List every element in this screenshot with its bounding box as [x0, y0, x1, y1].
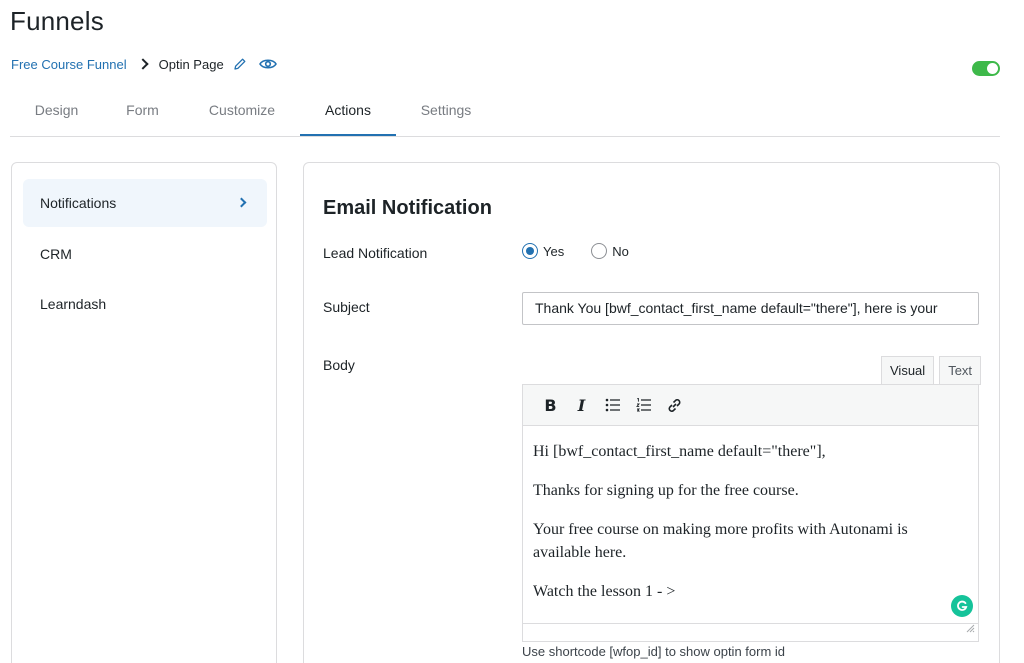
body-label: Body [323, 357, 355, 373]
tab-customize[interactable]: Customize [196, 88, 288, 136]
tab-text[interactable]: Text [939, 356, 982, 385]
sidebar-item-label: Learndash [40, 296, 107, 312]
italic-button[interactable]: I [566, 390, 597, 420]
subject-input[interactable]: Thank You [bwf_contact_first_name defaul… [522, 292, 979, 325]
tab-settings[interactable]: Settings [410, 88, 482, 136]
breadcrumb-parent-link[interactable]: Free Course Funnel [11, 57, 127, 72]
body-paragraph: Hi [bwf_contact_first_name default="ther… [533, 443, 826, 460]
lead-notification-no-radio[interactable] [591, 243, 608, 259]
tab-form[interactable]: Form [115, 88, 170, 136]
body-paragraph: Watch the lesson 1 - > [533, 583, 676, 600]
editor-status-bar [523, 623, 978, 641]
editor-mode-tabs: Visual Text [876, 356, 982, 385]
page-title: Funnels [10, 6, 104, 36]
tab-actions[interactable]: Actions [300, 88, 396, 136]
resize-handle-icon[interactable] [966, 620, 975, 638]
chevron-right-icon [136, 58, 149, 70]
tab-visual[interactable]: Visual [881, 356, 935, 385]
breadcrumb-current: Optin Page [158, 56, 224, 72]
grammarly-icon[interactable] [951, 595, 973, 617]
sidebar-item-label: CRM [40, 246, 72, 262]
radio-label-yes[interactable]: Yes [543, 244, 564, 259]
link-icon[interactable] [659, 390, 690, 420]
sidebar-item-crm[interactable]: CRM [23, 230, 267, 278]
section-title: Email Notification [323, 197, 492, 219]
subject-label: Subject [323, 299, 370, 315]
bullet-list-icon[interactable] [597, 390, 628, 420]
tab-design[interactable]: Design [20, 88, 93, 136]
numbered-list-icon[interactable] [628, 390, 659, 420]
lead-notification-yes-radio[interactable] [522, 243, 538, 259]
lead-notification-radio-group: Yes No [522, 243, 656, 259]
body-editor: B I Hi [bwf_contact_first_name default="… [522, 384, 979, 642]
chevron-right-icon [236, 197, 247, 208]
actions-sidebar: Notifications CRM Learndash [11, 162, 277, 663]
lead-notification-label: Lead Notification [323, 245, 428, 261]
sidebar-item-label: Notifications [40, 195, 117, 211]
eye-icon[interactable] [258, 57, 277, 71]
bold-button[interactable]: B [535, 390, 566, 420]
radio-label-no[interactable]: No [612, 244, 629, 259]
editor-toolbar: B I [523, 385, 978, 426]
tab-bar: Design Form Customize Actions Settings [10, 88, 1000, 137]
funnel-status-toggle[interactable] [972, 61, 1000, 76]
notification-settings-panel: Email Notification Lead Notification Yes… [303, 162, 1000, 663]
sidebar-item-learndash[interactable]: Learndash [23, 280, 267, 328]
shortcode-helper-text: Use shortcode [wfop_id] to show optin fo… [522, 644, 786, 659]
toggle-knob [987, 63, 998, 74]
pencil-icon[interactable] [233, 57, 247, 71]
body-paragraph: Thanks for signing up for the free cours… [533, 482, 799, 499]
sidebar-item-notifications[interactable]: Notifications [23, 179, 267, 227]
body-paragraph: Your free course on making more profits … [533, 521, 908, 561]
breadcrumb: Free Course Funnel Optin Page [11, 55, 277, 73]
editor-content[interactable]: Hi [bwf_contact_first_name default="ther… [523, 426, 978, 603]
